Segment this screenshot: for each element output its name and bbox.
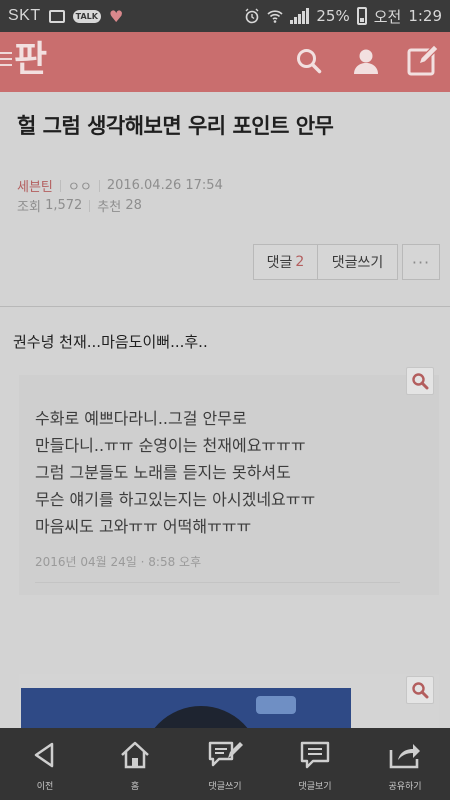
nav-view-comments[interactable]: 댓글보기 [270,728,360,800]
back-arrow-icon [34,742,54,768]
quote-line: 무슨 얘기를 하고있는지는 아시겠네요ㅠㅠ [35,490,316,509]
article-meta: 세븐틴 ㅇㅇ 2016.04.26 17:54 [17,176,223,195]
nav-label: 댓글보기 [298,782,332,792]
nav-back[interactable]: 이전 [0,728,90,800]
nav-label: 이전 [36,782,54,792]
status-bar: SKT TALK ♥ 25% 오전 1:29 [0,0,450,32]
app-header: 판 [0,32,450,92]
embedded-photo[interactable] [19,674,439,734]
author-name[interactable]: 세븐틴 [17,176,53,195]
more-button[interactable]: ··· [402,244,440,280]
comment-label: 댓글 [266,255,293,271]
section-divider [0,306,450,307]
gallery-icon [48,9,65,23]
quote-text: 수화로 예쁘다라니..그걸 안무로 만들다니..ㅠㅠ 순영이는 천재에요ㅠㅠㅠ … [35,405,407,540]
alarm-icon [245,8,259,24]
talk-icon: TALK [72,9,101,23]
quote-line: 마음씨도 고와ㅠㅠ 어떡해ㅠㅠㅠ [35,517,252,536]
quote-divider [35,582,400,583]
author-sub: ㅇㅇ [67,180,92,195]
nav-label: 댓글쓰기 [208,782,242,792]
views-count: 1,572 [45,198,83,213]
search-icon[interactable] [292,44,326,78]
comment-write-icon [208,741,243,767]
quote-line: 만들다니..ㅠㅠ 순영이는 천재에요ㅠㅠㅠ [35,436,306,455]
battery-icon [356,7,367,25]
zoom-icon[interactable] [406,367,434,395]
home-icon [121,741,149,769]
post-datetime: 2016.04.26 17:54 [106,178,223,193]
user-icon[interactable] [349,44,383,78]
meta-divider [98,179,100,192]
nav-home[interactable]: 홈 [90,728,180,800]
nav-label: 공유하기 [388,782,422,792]
meta-divider [59,179,61,192]
wifi-icon [267,10,283,23]
clock: 1:29 [408,7,442,25]
share-icon [389,744,420,769]
article-stats: 조회 1,572 추천 28 [17,196,142,215]
nav-share[interactable]: 공유하기 [360,728,450,800]
app-logo[interactable]: 판 [14,40,47,80]
menu-icon[interactable] [0,52,12,70]
carrier-label: SKT [8,7,41,24]
quote-date: 2016년 04월 24일 · 8:58 오후 [35,555,202,569]
edit-icon[interactable] [405,44,439,78]
nav-write-comment[interactable]: 댓글쓰기 [180,728,270,800]
comment-count: 2 [295,254,305,270]
zoom-icon[interactable] [406,676,434,704]
body-subtitle: 권수녕 천재...마음도이뻐...후.. [13,333,208,351]
recommend-count: 28 [125,198,142,213]
signal-icon [290,8,310,24]
heart-icon: ♥ [108,6,124,26]
bottom-nav: 이전 홈 댓글쓰기 댓글보기 공유하기 [0,728,450,800]
write-comment-button[interactable]: 댓글쓰기 [318,244,398,280]
recommend-label: 추천 [97,200,122,215]
article-title: 헐 그럼 생각해보면 우리 포인트 안무 [17,114,334,138]
comment-view-icon [300,741,330,769]
article-actions: 댓글 2 댓글쓰기 ··· [253,244,440,280]
battery-percent: 25% [316,7,350,25]
comment-button[interactable]: 댓글 2 [253,244,318,280]
meta-divider [89,199,91,212]
ampm-label: 오전 [373,7,402,26]
quoted-comment: 수화로 예쁘다라니..그걸 안무로 만들다니..ㅠㅠ 순영이는 천재에요ㅠㅠㅠ … [19,367,439,595]
quote-line: 그럼 그분들도 노래를 듣지는 못하셔도 [35,463,291,482]
nav-label: 홈 [130,782,140,792]
quote-line: 수화로 예쁘다라니..그걸 안무로 [35,409,247,428]
views-label: 조회 [17,200,41,215]
